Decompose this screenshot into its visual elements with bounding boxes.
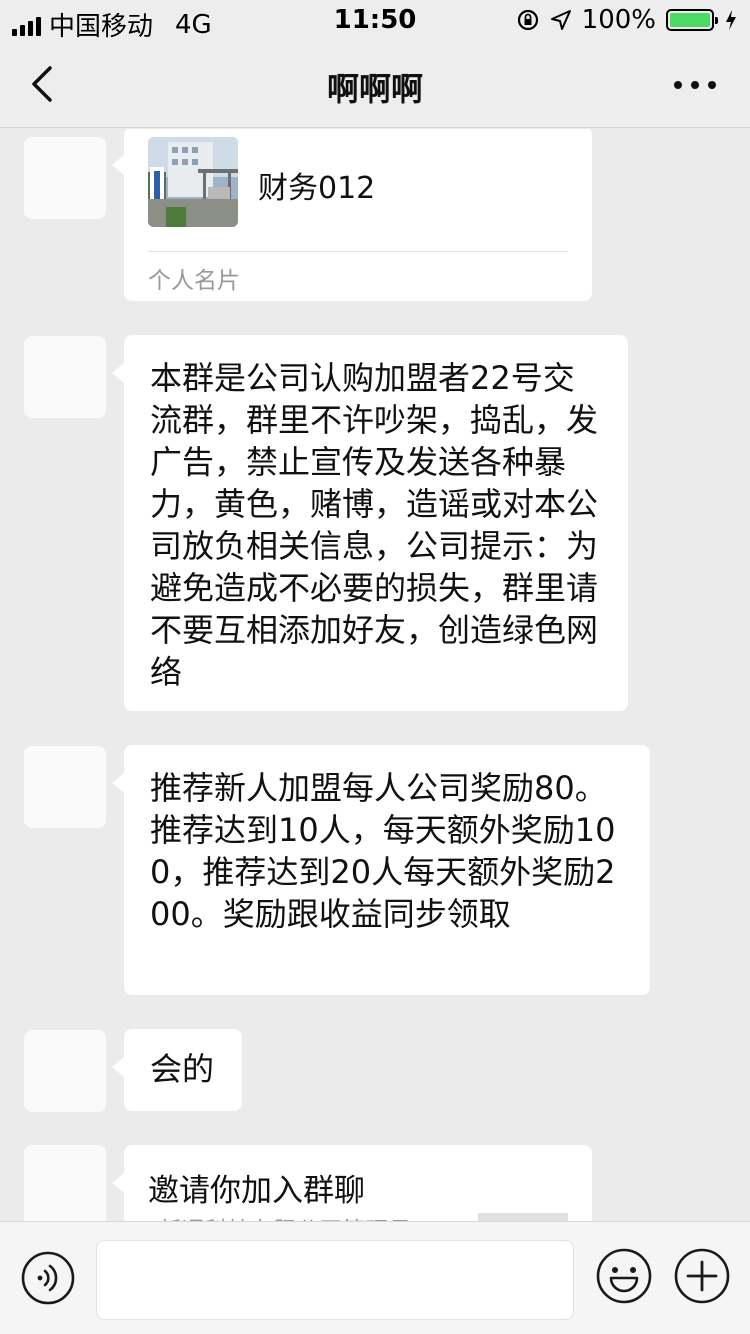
more-dots-icon xyxy=(674,81,716,89)
more-button[interactable] xyxy=(670,70,720,100)
voice-icon xyxy=(21,1251,75,1305)
avatar[interactable] xyxy=(24,1145,106,1221)
emoji-button[interactable] xyxy=(594,1246,654,1306)
invite-title: 邀请你加入群聊 xyxy=(148,1173,365,1209)
status-right: 100% xyxy=(516,5,738,35)
card-contact-name: 财务012 xyxy=(258,171,376,206)
avatar[interactable] xyxy=(24,137,106,219)
chat-area[interactable]: 财务012 个人名片 本群是公司认购加盟者22号交流群，群里不许吵架，捣乱，发广… xyxy=(0,129,750,1221)
charging-bolt-icon xyxy=(726,10,736,30)
orientation-lock-icon xyxy=(517,9,538,31)
message-input[interactable] xyxy=(96,1240,574,1320)
card-divider xyxy=(148,251,568,252)
input-bar xyxy=(0,1221,750,1334)
avatar[interactable] xyxy=(24,336,106,418)
location-arrow-icon xyxy=(550,10,571,30)
group-invite-bubble[interactable]: 邀请你加入群聊 "新通科技有限公司管理员 xyxy=(112,1145,592,1221)
battery-icon xyxy=(666,9,718,31)
card-thumbnail xyxy=(148,137,238,227)
nav-bar: 啊啊啊 xyxy=(0,40,750,128)
chat-title: 啊啊啊 xyxy=(326,70,423,108)
contact-card-bubble[interactable]: 财务012 个人名片 xyxy=(112,129,592,301)
more-actions-button[interactable] xyxy=(672,1246,732,1306)
message-bubble[interactable]: 会的 xyxy=(112,1029,242,1111)
message-bubble[interactable]: 推荐新人加盟每人公司奖励80。推荐达到10人，每天额外奖励100，推荐达到20人… xyxy=(112,745,650,995)
message-text: 会的 xyxy=(150,1050,215,1088)
avatar[interactable] xyxy=(24,746,106,828)
invite-description: "新通科技有限公司管理员 xyxy=(148,1211,468,1221)
card-top: 财务012 xyxy=(124,129,592,251)
voice-button[interactable] xyxy=(20,1250,76,1306)
plus-icon xyxy=(674,1248,730,1304)
battery-percent: 100% xyxy=(581,5,656,35)
status-bar: 中国移动 4G 11:50 100% xyxy=(0,0,750,42)
message-bubble[interactable]: 本群是公司认购加盟者22号交流群，群里不许吵架，捣乱，发广告，禁止宣传及发送各种… xyxy=(112,335,628,711)
message-text: 本群是公司认购加盟者22号交流群，群里不许吵架，捣乱，发广告，禁止宣传及发送各种… xyxy=(150,359,599,691)
avatar[interactable] xyxy=(24,1030,106,1112)
emoji-icon xyxy=(596,1248,652,1304)
message-text: 推荐新人加盟每人公司奖励80。推荐达到10人，每天额外奖励100，推荐达到20人… xyxy=(150,769,616,933)
invite-thumbnail xyxy=(478,1213,568,1221)
card-type-label: 个人名片 xyxy=(148,268,240,294)
